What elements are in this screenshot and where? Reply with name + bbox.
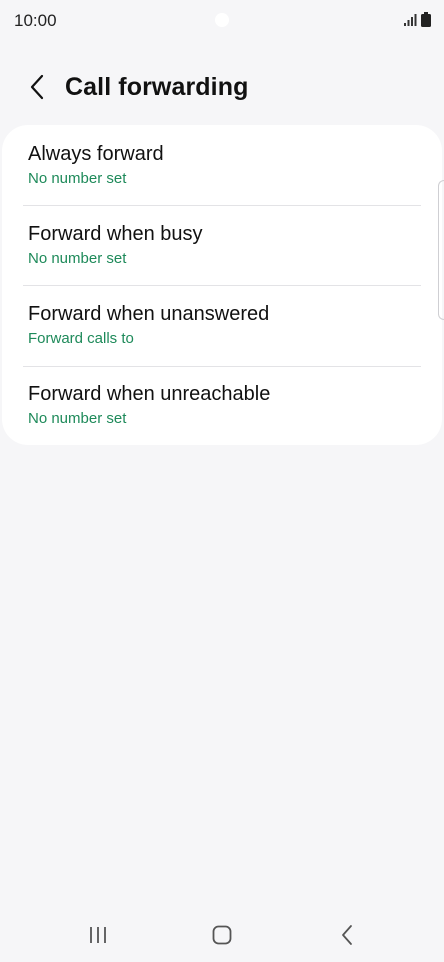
back-nav-button[interactable] [325, 918, 369, 952]
list-item-title: Forward when unreachable [28, 383, 271, 405]
list-item-subtitle: No number set [28, 170, 127, 187]
scrollbar[interactable] [438, 180, 444, 320]
status-time: 10:00 [14, 11, 57, 30]
signal-icon [404, 14, 417, 26]
phone-screen: 10:00 Call forwarding Always forward No … [0, 0, 444, 962]
call-forwarding-list: Always forward No number set Forward whe… [2, 125, 442, 445]
back-button[interactable] [20, 70, 54, 104]
list-item-always-forward[interactable]: Always forward No number set [2, 125, 442, 205]
list-item-title: Forward when unanswered [28, 303, 270, 325]
list-item-title: Always forward [28, 143, 164, 165]
page-title: Call forwarding [65, 73, 249, 101]
camera-cutout [215, 13, 229, 27]
recent-apps-button[interactable] [76, 918, 120, 952]
battery-icon [421, 12, 431, 27]
navigation-bar [0, 914, 444, 958]
chevron-left-icon [30, 74, 44, 100]
list-item-forward-when-busy[interactable]: Forward when busy No number set [2, 206, 442, 286]
list-item-subtitle: Forward calls to [28, 330, 134, 347]
list-item-forward-when-unanswered[interactable]: Forward when unanswered Forward calls to [2, 286, 442, 366]
list-item-forward-when-unreachable[interactable]: Forward when unreachable No number set [2, 367, 442, 447]
list-item-subtitle: No number set [28, 410, 127, 427]
home-button[interactable] [200, 918, 244, 952]
list-item-title: Forward when busy [28, 223, 203, 245]
back-icon [342, 925, 352, 945]
home-icon [212, 925, 232, 945]
app-header: Call forwarding [0, 62, 444, 114]
list-item-subtitle: No number set [28, 250, 127, 267]
status-bar: 10:00 [0, 0, 444, 42]
recent-apps-icon [90, 927, 106, 943]
